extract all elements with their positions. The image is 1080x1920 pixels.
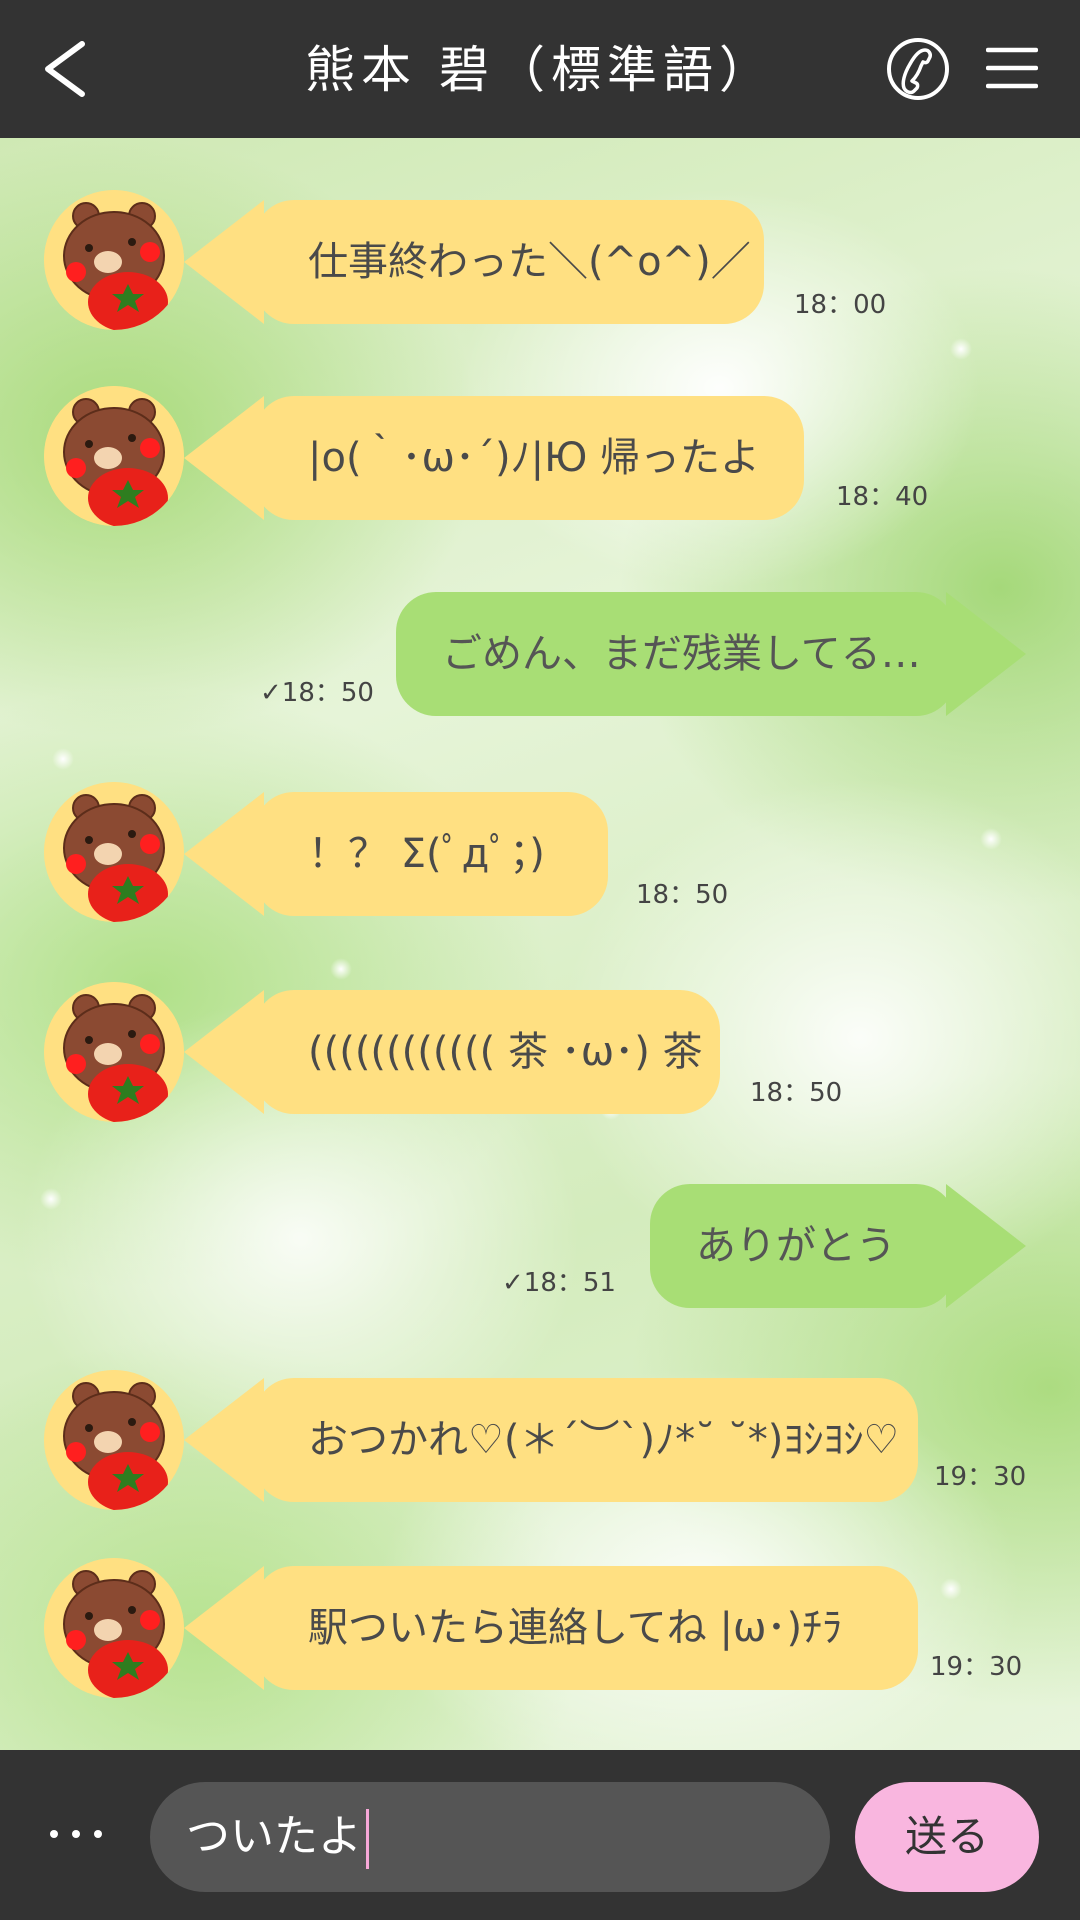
incoming-message-bubble[interactable]: 仕事終わった＼(^o^)／ [184, 200, 764, 324]
message-timestamp: 19：30 [934, 1462, 1027, 1492]
text-cursor [366, 1809, 369, 1869]
incoming-message-bubble[interactable]: ！？ Σ(ﾟдﾟ；) [184, 792, 608, 916]
message-text: |o(｀･ω･´)ﾉ|Ю 帰ったよ [308, 435, 761, 481]
message-input-value: ついたよ [186, 1811, 362, 1862]
message-timestamp: 19：30 [930, 1652, 1023, 1682]
sparkle [330, 958, 352, 980]
avatar[interactable] [44, 982, 184, 1122]
avatar[interactable] [44, 190, 184, 330]
chat-title: 熊本 碧（標準語） [305, 41, 775, 99]
message-timestamp: 18：50 [636, 880, 729, 910]
message-text: ごめん、まだ残業してる… [442, 631, 921, 677]
message-text: 駅ついたら連絡してね |ω･)ﾁﾗ [308, 1605, 843, 1651]
sparkle [980, 828, 1002, 850]
bear-avatar-icon [44, 1370, 184, 1510]
message-timestamp: 18：00 [794, 290, 887, 320]
incoming-message-bubble[interactable]: (((((((((((( 茶 ･ω･) 茶 [184, 990, 720, 1114]
avatar[interactable] [44, 386, 184, 526]
chat-area[interactable]: 仕事終わった＼(^o^)／ 18：00 |o(｀･ω･´)ﾉ|Ю 帰ったよ 18… [0, 138, 1080, 1750]
message-timestamp: ✓18：50 [260, 678, 374, 708]
bear-avatar-icon [44, 190, 184, 330]
incoming-message-bubble[interactable]: おつかれ♡(＊´︶`)ﾉ*˘ ˘*)ﾖｼﾖｼ♡ [184, 1378, 918, 1502]
chevron-left-icon[interactable] [38, 34, 98, 104]
hamburger-menu-icon[interactable] [986, 42, 1038, 94]
message-timestamp: ✓18：51 [502, 1268, 616, 1298]
chat-header: 熊本 碧（標準語） [0, 0, 1080, 138]
message-text: ！？ Σ(ﾟдﾟ；) [308, 831, 545, 877]
message-input[interactable]: ついたよ [150, 1782, 830, 1892]
message-input-text-wrap: ついたよ [186, 1782, 369, 1892]
send-button[interactable]: 送る [855, 1782, 1039, 1892]
sparkle [40, 1188, 62, 1210]
avatar[interactable] [44, 1370, 184, 1510]
sparkle [52, 748, 74, 770]
message-text: 仕事終わった＼(^o^)／ [308, 239, 751, 285]
message-timestamp: 18：40 [836, 482, 929, 512]
sparkle [940, 1578, 962, 1600]
message-text: ありがとう [696, 1223, 896, 1269]
avatar[interactable] [44, 782, 184, 922]
message-text: おつかれ♡(＊´︶`)ﾉ*˘ ˘*)ﾖｼﾖｼ♡ [308, 1417, 900, 1463]
bear-avatar-icon [44, 386, 184, 526]
avatar[interactable] [44, 1558, 184, 1698]
incoming-message-bubble[interactable]: |o(｀･ω･´)ﾉ|Ю 帰ったよ [184, 396, 804, 520]
message-text: (((((((((((( 茶 ･ω･) 茶 [308, 1029, 703, 1075]
outgoing-message-bubble[interactable]: ごめん、まだ残業してる… [396, 592, 1026, 716]
bear-avatar-icon [44, 1558, 184, 1698]
incoming-message-bubble[interactable]: 駅ついたら連絡してね |ω･)ﾁﾗ [184, 1566, 918, 1690]
bear-avatar-icon [44, 982, 184, 1122]
ellipsis-icon[interactable] [46, 1812, 106, 1856]
outgoing-message-bubble[interactable]: ありがとう [650, 1184, 1026, 1308]
message-timestamp: 18：50 [750, 1078, 843, 1108]
sparkle [950, 338, 972, 360]
bear-avatar-icon [44, 782, 184, 922]
phone-icon[interactable] [885, 36, 951, 102]
